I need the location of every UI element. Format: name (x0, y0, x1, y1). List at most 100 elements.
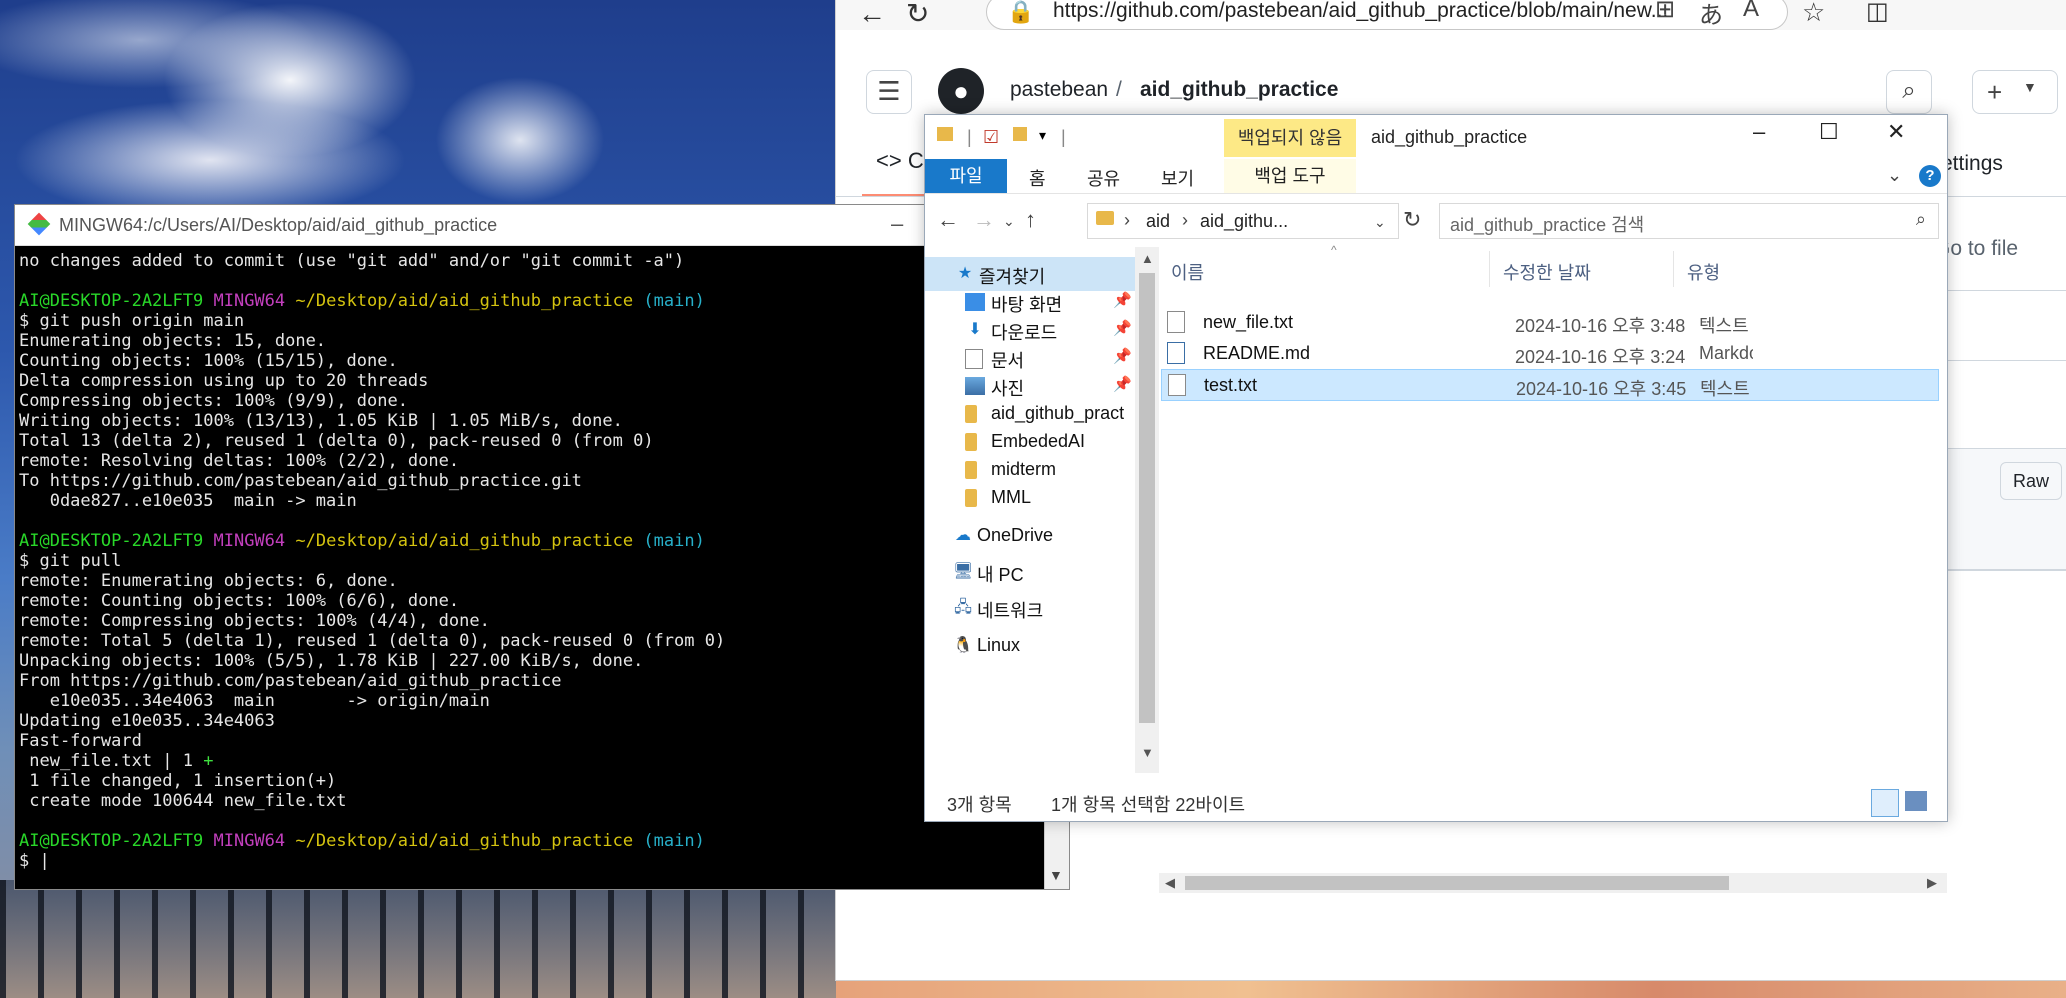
column-header-type[interactable]: 유형 (1687, 259, 1720, 285)
file-modified: 2024-10-16 오후 3:24 (1515, 347, 1686, 367)
tab-backup-tools[interactable]: 백업 도구 (1224, 159, 1356, 193)
repo-owner-link[interactable]: pastebean (1010, 78, 1108, 102)
column-header-name[interactable]: 이름 (1171, 259, 1204, 285)
terminal-line: Total 13 (delta 2), reused 1 (delta 0), … (19, 431, 654, 451)
navigation-pane[interactable]: ★ 즐겨찾기 바탕 화면 📌 ⬇ 다운로드 📌 문서 📌 사진 📌 aid_gi… (925, 247, 1159, 773)
nav-item-this-pc[interactable]: 🖥 내 PC (925, 555, 1135, 589)
create-new-button[interactable]: + ▼ (1972, 70, 2058, 114)
help-icon[interactable]: ? (1919, 165, 1941, 187)
raw-button[interactable]: Raw (2000, 462, 2062, 500)
maximize-icon[interactable]: ☐ (1819, 119, 1839, 145)
github-logo-icon[interactable]: ● (938, 68, 984, 114)
terminal-titlebar[interactable]: MINGW64:/c/Users/AI/Desktop/aid/aid_gith… (15, 205, 1069, 246)
column-divider[interactable] (1489, 251, 1490, 287)
minimize-icon[interactable]: – (1753, 119, 1765, 145)
minimize-icon[interactable]: – (891, 211, 903, 237)
terminal-line: Delta compression using up to 20 threads (19, 371, 429, 391)
scroll-left-icon[interactable]: ◀ (1165, 875, 1175, 891)
markdown-file-icon (1167, 342, 1185, 364)
file-name: new_file.txt (1203, 312, 1294, 332)
scroll-up-icon[interactable]: ▲ (1141, 251, 1154, 266)
horizontal-scrollbar[interactable]: ◀ ▶ (1159, 873, 1947, 893)
go-to-file-input[interactable]: Go to file (1934, 228, 2066, 270)
pin-icon[interactable]: 📌 (1113, 319, 1132, 337)
tab-view[interactable]: 보기 (1161, 165, 1194, 191)
file-row[interactable]: README.md 2024-10-16 오후 3:24 Markdow (1161, 338, 1937, 368)
breadcrumb-aid[interactable]: aid (1146, 211, 1170, 232)
file-type: 텍스트 문 (1700, 379, 1754, 399)
tab-share[interactable]: 공유 (1087, 165, 1120, 191)
translate-icon[interactable]: あ (1699, 0, 1723, 30)
nav-item-linux[interactable]: 🐧 Linux (925, 629, 1135, 663)
terminal-line: 1 file changed, 1 insertion(+) (19, 771, 337, 791)
app-available-icon[interactable]: ⊞ (1655, 0, 1675, 24)
menu-icon[interactable]: ☰ (866, 70, 912, 114)
scroll-down-icon[interactable]: ▼ (1141, 745, 1154, 760)
scroll-right-icon[interactable]: ▶ (1927, 875, 1937, 891)
pin-icon[interactable]: 📌 (1113, 347, 1132, 365)
chevron-right-icon[interactable]: › (1124, 210, 1130, 231)
url-text[interactable]: https://github.com/pastebean/aid_github_… (1053, 0, 1668, 23)
lock-icon[interactable]: 🔒 (1007, 0, 1034, 25)
nav-label: EmbededAI (991, 431, 1086, 451)
breadcrumb-current[interactable]: aid_githu... (1200, 211, 1288, 232)
nav-item-network[interactable]: 🖧 네트워크 (925, 591, 1135, 625)
file-list[interactable]: ^ 이름 수정한 날짜 유형 new_file.txt 2024-10-16 오… (1159, 243, 1947, 893)
tab-file[interactable]: 파일 (925, 159, 1007, 193)
file-row-selected[interactable]: test.txt 2024-10-16 오후 3:45 텍스트 문 (1161, 369, 1939, 401)
breadcrumb-separator: / (1116, 78, 1122, 101)
back-icon[interactable]: ← (937, 207, 959, 233)
file-row[interactable]: new_file.txt 2024-10-16 오후 3:48 텍스트 문 (1161, 307, 1937, 337)
split-screen-icon[interactable]: ◫ (1866, 0, 1889, 26)
nav-item-onedrive[interactable]: ☁ OneDrive (925, 519, 1135, 553)
scrollbar-thumb[interactable] (1139, 273, 1155, 723)
terminal-line: Compressing objects: 100% (9/9), done. (19, 391, 408, 411)
repo-name-link[interactable]: aid_github_practice (1140, 78, 1338, 102)
search-input[interactable]: aid_github_practice 검색 ⌕ (1439, 203, 1939, 239)
details-view-icon[interactable] (1871, 789, 1899, 817)
large-icons-view-icon[interactable] (1905, 791, 1927, 811)
search-icon[interactable]: ⌕ (1916, 209, 1926, 230)
chevron-down-icon[interactable]: ⌄ (1374, 214, 1386, 231)
close-icon[interactable]: ✕ (1887, 119, 1905, 145)
terminal-line: create mode 100644 new_file.txt (19, 791, 347, 811)
text-file-icon (1168, 374, 1186, 396)
favorite-star-icon[interactable]: ☆ (1802, 0, 1825, 26)
terminal-line: To https://github.com/pastebean/aid_gith… (19, 471, 582, 491)
pin-icon[interactable]: 📌 (1113, 291, 1132, 309)
up-icon[interactable]: ↑ (1025, 207, 1036, 233)
scroll-down-icon[interactable]: ▼ (1049, 867, 1063, 883)
nav-label: 내 PC (977, 565, 1024, 585)
search-icon[interactable]: ⌕ (1886, 70, 1932, 114)
tab-code[interactable]: <> C (876, 148, 924, 174)
terminal-window[interactable]: MINGW64:/c/Users/AI/Desktop/aid/aid_gith… (14, 204, 1070, 890)
tab-home[interactable]: 홈 (1029, 165, 1046, 191)
column-header-modified[interactable]: 수정한 날짜 (1503, 259, 1591, 285)
chevron-down-icon[interactable]: ▾ (1039, 127, 1046, 144)
chevron-down-icon[interactable]: ⌄ (1887, 165, 1902, 186)
tab-settings[interactable]: ettings (1941, 152, 2003, 176)
terminal-output[interactable]: no changes added to commit (use "git add… (19, 251, 1039, 887)
recent-locations-icon[interactable]: ⌄ (1003, 213, 1015, 230)
status-bar: 3개 항목 1개 항목 선택함 22바이트 (925, 783, 1947, 821)
scrollbar-thumb[interactable] (1185, 876, 1729, 890)
read-aloud-icon[interactable]: A (1743, 0, 1759, 23)
address-bar[interactable]: 🔒 https://github.com/pastebean/aid_githu… (986, 0, 1788, 30)
address-bar[interactable]: › aid › aid_githu... ⌄ (1087, 203, 1399, 239)
file-explorer-window[interactable]: | ☑ ▾ | 백업되지 않음 aid_github_practice – ☐ … (924, 114, 1948, 893)
folder-icon (937, 127, 953, 141)
file-type: 텍스트 문 (1699, 316, 1753, 336)
explorer-titlebar[interactable]: | ☑ ▾ | 백업되지 않음 aid_github_practice – ☐ … (925, 115, 1947, 159)
forward-icon[interactable]: → (973, 207, 995, 233)
folder-icon (1096, 211, 1114, 225)
pin-icon[interactable]: 📌 (1113, 375, 1132, 393)
back-icon[interactable]: ← (858, 0, 886, 28)
nav-item-folder[interactable]: MML (925, 481, 1135, 515)
properties-icon[interactable]: ☑ (983, 127, 999, 148)
refresh-icon[interactable]: ↻ (906, 0, 929, 28)
new-folder-icon[interactable] (1013, 127, 1027, 141)
nav-scrollbar[interactable]: ▲ ▼ (1135, 247, 1159, 773)
chevron-right-icon[interactable]: › (1182, 210, 1188, 231)
refresh-icon[interactable]: ↻ (1403, 207, 1421, 233)
column-divider[interactable] (1673, 251, 1674, 287)
